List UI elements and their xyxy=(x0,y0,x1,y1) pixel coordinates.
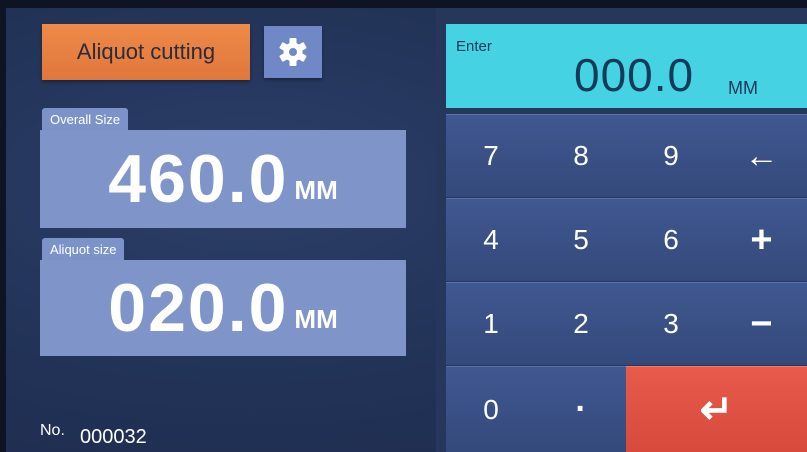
key-4[interactable]: 4 xyxy=(446,198,536,281)
overall-size-field[interactable]: 460.0 MM xyxy=(40,130,406,228)
key-1[interactable]: 1 xyxy=(446,282,536,365)
minus-icon: − xyxy=(750,302,773,345)
key-7[interactable]: 7 xyxy=(446,114,536,197)
back-arrow-icon: ← xyxy=(744,136,779,175)
enter-icon: ↵ xyxy=(699,387,734,432)
plus-icon: + xyxy=(750,218,773,261)
overall-size-label: Overall Size xyxy=(42,108,129,130)
gear-icon xyxy=(279,38,307,66)
overall-size-unit: MM xyxy=(294,174,338,205)
minus-key[interactable]: − xyxy=(716,282,807,365)
aliquot-size-value: 020.0 xyxy=(108,270,289,346)
entry-display: Enter 000.0 MM xyxy=(446,24,807,108)
backspace-key[interactable]: ← xyxy=(716,114,807,197)
key-8[interactable]: 8 xyxy=(536,114,626,197)
entry-unit: MM xyxy=(728,78,758,98)
settings-button[interactable] xyxy=(264,26,322,78)
key-9[interactable]: 9 xyxy=(626,114,716,197)
key-0[interactable]: 0 xyxy=(446,366,536,452)
key-3[interactable]: 3 xyxy=(626,282,716,365)
aliquot-cutting-button[interactable]: Aliquot cutting xyxy=(42,24,250,80)
key-5[interactable]: 5 xyxy=(536,198,626,281)
aliquot-size-unit: MM xyxy=(294,303,338,334)
key-6[interactable]: 6 xyxy=(626,198,716,281)
entry-label: Enter xyxy=(456,38,492,55)
key-2[interactable]: 2 xyxy=(536,282,626,365)
plus-key[interactable]: + xyxy=(716,198,807,281)
overall-size-value: 460.0 xyxy=(108,141,289,217)
aliquot-size-field[interactable]: 020.0 MM xyxy=(40,260,406,356)
counter-label: No. xyxy=(40,422,65,439)
enter-key[interactable]: ↵ xyxy=(626,366,807,452)
entry-value: 000.0 xyxy=(574,49,695,101)
screen: Aliquot cutting Overall Size 460.0 MM Al… xyxy=(6,8,807,452)
key-decimal-point[interactable]: · xyxy=(536,366,626,452)
counter-value: 000032 xyxy=(80,426,147,448)
aliquot-size-label: Aliquot size xyxy=(42,238,125,260)
